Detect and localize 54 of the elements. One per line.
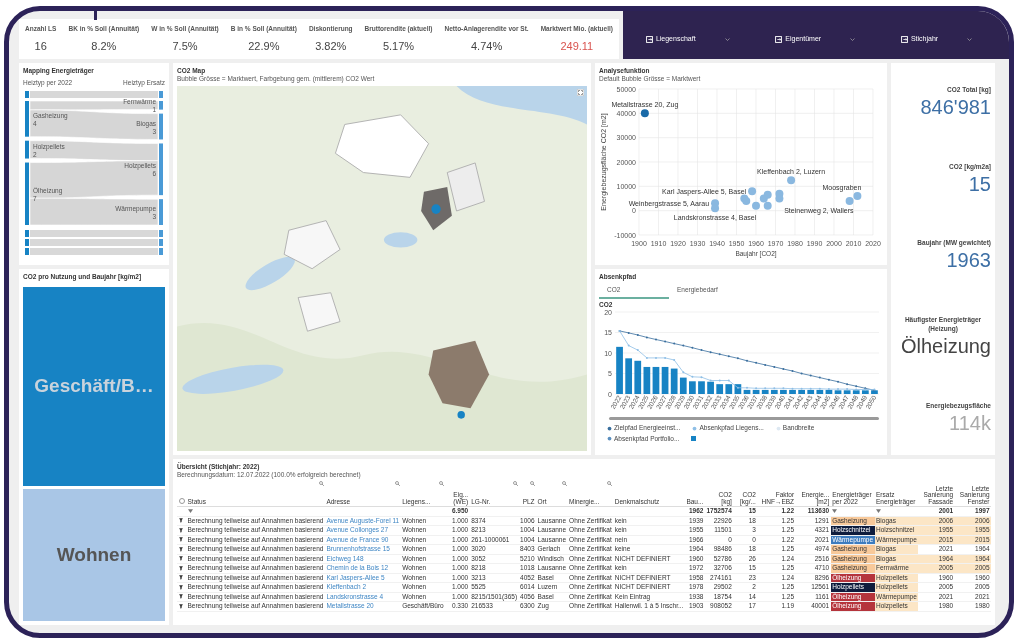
- pin-icon: [178, 575, 183, 581]
- kpi-value: 4.74%: [471, 38, 503, 54]
- stat-value: 114k: [949, 412, 991, 433]
- export-icon: [775, 35, 783, 43]
- stat-value: Ölheizung: [900, 336, 991, 357]
- caret-icon: [967, 37, 973, 41]
- pin-icon: [178, 603, 183, 609]
- export-icon: [645, 35, 653, 43]
- export-icon: [900, 35, 908, 43]
- bar: [698, 381, 705, 395]
- fullscreen-icon[interactable]: [577, 88, 584, 96]
- treemap-tile[interactable]: Wohnen: [23, 488, 165, 621]
- bar: [616, 347, 623, 395]
- bar: [871, 390, 878, 395]
- kpi-value: 8.2%: [91, 38, 117, 54]
- bar: [789, 390, 796, 395]
- pin-icon: [178, 527, 183, 533]
- pin-icon: [178, 565, 183, 571]
- kpi-value: 22.9%: [248, 38, 280, 54]
- search-icon[interactable]: [607, 480, 613, 486]
- pin-icon: [178, 537, 183, 543]
- search-icon[interactable]: [318, 480, 324, 486]
- pin-icon: [178, 518, 183, 524]
- caret-icon: [724, 37, 730, 41]
- caret-icon: [850, 37, 856, 41]
- bar: [780, 390, 787, 395]
- bar: [707, 382, 714, 395]
- bar: [625, 358, 632, 395]
- checkbox[interactable]: [178, 497, 185, 504]
- kpi-value: 249.11: [560, 38, 594, 54]
- search-icon[interactable]: [561, 480, 567, 486]
- caret-icon[interactable]: [832, 509, 838, 514]
- kpi-value: 7.5%: [172, 38, 198, 54]
- pin-icon: [178, 546, 183, 552]
- kpi-value: 3.82%: [315, 38, 347, 54]
- stat-value: 846'981: [920, 97, 991, 118]
- caret-icon[interactable]: [876, 509, 882, 514]
- stat-value: 1963: [946, 249, 991, 270]
- pin-icon: [178, 556, 183, 562]
- caret-icon[interactable]: [187, 509, 193, 514]
- stat-value: 15: [968, 173, 991, 194]
- search-icon[interactable]: [512, 480, 518, 486]
- scrollbar[interactable]: [609, 417, 879, 421]
- bar: [689, 381, 696, 395]
- bar: [798, 390, 805, 395]
- kpi-value: 16: [34, 38, 47, 54]
- kpi-value: 5.17%: [382, 38, 415, 54]
- data-point[interactable]: [640, 108, 649, 117]
- search-icon[interactable]: [439, 480, 445, 486]
- pin-icon: [178, 584, 183, 590]
- search-icon[interactable]: [530, 480, 536, 486]
- pin-icon: [178, 594, 183, 600]
- search-icon[interactable]: [394, 480, 400, 486]
- bar: [862, 390, 869, 395]
